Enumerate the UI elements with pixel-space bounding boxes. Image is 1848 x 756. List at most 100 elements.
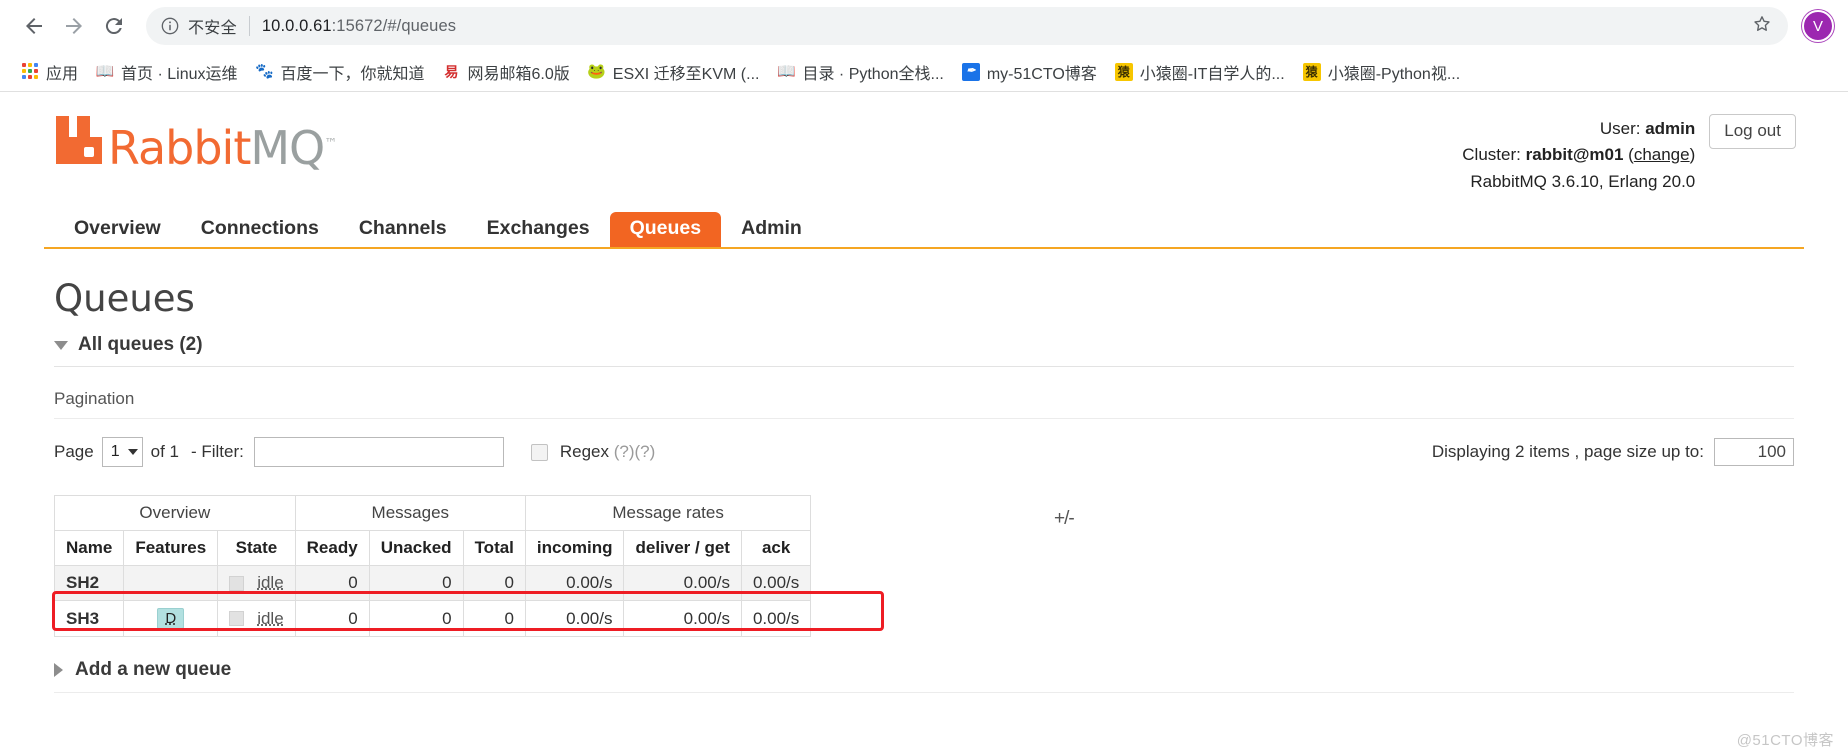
- address-bar[interactable]: 不安全 10.0.0.61:15672/#/queues: [146, 7, 1788, 45]
- tab-exchanges[interactable]: Exchanges: [467, 212, 610, 247]
- column-header-ready[interactable]: Ready: [294, 530, 370, 567]
- group-header-overview: Overview: [54, 495, 296, 532]
- version-line: RabbitMQ 3.6.10, Erlang 20.0: [1470, 171, 1696, 191]
- cluster-name: rabbit@m01: [1525, 145, 1624, 165]
- table-row[interactable]: SH3 D idle 0 0 0 0.00/s 0.00/s 0.00/s: [53, 600, 812, 638]
- bookmark-item-esxi[interactable]: 🐸 ESXI 迁移至KVM (...: [579, 56, 769, 88]
- feature-durable-badge[interactable]: D: [157, 608, 185, 630]
- baidu-paw-icon: 🐾: [255, 63, 274, 80]
- cell-state: idle: [217, 565, 296, 602]
- back-arrow-icon: [22, 14, 46, 38]
- filter-input[interactable]: [253, 437, 504, 468]
- bookmark-item-apps[interactable]: 应用: [12, 56, 87, 88]
- yuan-icon: 猿: [1302, 62, 1321, 81]
- page-size-input[interactable]: 100: [1714, 438, 1794, 467]
- rabbitmq-management-page: RabbitMQ™ User: admin Cluster: rabbit@m0…: [0, 92, 1848, 756]
- page-number-select[interactable]: 1: [101, 437, 143, 468]
- column-header-unacked[interactable]: Unacked: [368, 530, 464, 567]
- tab-overview[interactable]: Overview: [54, 212, 181, 247]
- logo-rabbit-text: Rabbit: [108, 121, 251, 175]
- column-header-deliver-get[interactable]: deliver / get: [623, 530, 742, 567]
- book-icon: 📖: [96, 62, 115, 81]
- bookmark-item-xiaoyuanquan-it[interactable]: 猿 小猿圈-IT自学人的...: [1106, 56, 1294, 88]
- column-header-features[interactable]: Features: [123, 530, 219, 567]
- user-line: User: admin: [1462, 116, 1695, 142]
- bookmark-label: ESXI 迁移至KVM (...: [612, 65, 760, 83]
- logout-button[interactable]: Log out: [1709, 114, 1796, 149]
- address-bar-url: 10.0.0.61:15672/#/queues: [262, 17, 456, 36]
- chevron-down-icon[interactable]: [54, 340, 68, 350]
- app-header: RabbitMQ™ User: admin Cluster: rabbit@m0…: [44, 92, 1804, 195]
- feather-icon: ✒: [961, 62, 980, 81]
- column-header-total[interactable]: Total: [462, 530, 526, 567]
- tab-connections[interactable]: Connections: [181, 212, 339, 247]
- netease-mail-icon: 易: [444, 63, 459, 80]
- cell-queue-name[interactable]: SH2: [53, 565, 125, 602]
- cell-unacked: 0: [368, 600, 464, 638]
- apps-grid-icon: [21, 62, 39, 81]
- bookmark-item-xiaoyuanquan-python[interactable]: 猿 小猿圈-Python视...: [1294, 56, 1469, 88]
- regex-help-links[interactable]: (?)(?): [614, 442, 656, 461]
- esxi-icon: 🐸: [587, 63, 606, 80]
- queues-table-body: SH2 idle 0 0 0 0.00/s 0.00/s 0.00/s SH3 …: [53, 565, 812, 638]
- url-path: :15672/#/queues: [331, 16, 457, 35]
- bookmark-item-linux-ops[interactable]: 📖 首页 · Linux运维: [87, 56, 246, 88]
- column-header-name[interactable]: Name: [53, 530, 125, 567]
- security-status-label: 不安全: [188, 20, 237, 37]
- url-host: 10.0.0.61: [261, 16, 332, 35]
- tab-queues[interactable]: Queues: [609, 211, 722, 248]
- bookmark-label: 小猿圈-IT自学人的...: [1139, 65, 1285, 83]
- regex-checkbox[interactable]: [530, 443, 548, 461]
- bookmark-label: my-51CTO博客: [986, 65, 1097, 83]
- cell-features: D: [123, 600, 219, 638]
- tab-channels[interactable]: Channels: [339, 212, 467, 247]
- bookmark-label: 首页 · Linux运维: [121, 65, 238, 83]
- browser-chrome: 不安全 10.0.0.61:15672/#/queues V 应用 📖 首页 ·…: [0, 0, 1848, 92]
- cell-unacked: 0: [368, 565, 464, 602]
- reload-button[interactable]: [94, 6, 134, 46]
- chevron-right-icon[interactable]: [54, 663, 63, 678]
- rabbitmq-logo[interactable]: RabbitMQ™: [44, 114, 337, 171]
- watermark: @51CTO博客: [1736, 732, 1834, 749]
- column-header-ack[interactable]: ack: [740, 530, 812, 567]
- cell-state: idle: [217, 600, 296, 638]
- state-indicator-icon: [229, 575, 245, 591]
- state-text[interactable]: idle: [257, 573, 283, 593]
- bookmark-star-button[interactable]: [1744, 8, 1780, 44]
- toggle-columns-button[interactable]: +/-: [1054, 508, 1075, 530]
- group-header-messages: Messages: [294, 495, 526, 532]
- add-queue-section-header[interactable]: Add a new queue: [54, 659, 1794, 694]
- logo-mq-text: MQ: [250, 121, 325, 175]
- table-row[interactable]: SH2 idle 0 0 0 0.00/s 0.00/s 0.00/s: [53, 565, 812, 602]
- bookmark-item-baidu[interactable]: 🐾 百度一下，你就知道: [247, 56, 434, 88]
- cluster-change-link[interactable]: change: [1634, 145, 1690, 164]
- column-header-incoming[interactable]: incoming: [524, 530, 625, 567]
- bookmark-label: 小猿圈-Python视...: [1327, 65, 1461, 83]
- bookmark-item-python-catalog[interactable]: 📖 目录 · Python全栈...: [768, 56, 952, 88]
- bookmark-item-netease-mail[interactable]: 易 网易邮箱6.0版: [434, 56, 579, 88]
- queues-table-wrapper: Overview Messages Message rates Name Fea…: [52, 495, 1794, 638]
- profile-avatar[interactable]: V: [1802, 10, 1834, 42]
- forward-button[interactable]: [54, 6, 94, 46]
- cell-queue-name[interactable]: SH3: [53, 600, 125, 638]
- bookmark-label: 百度一下，你就知道: [280, 65, 425, 83]
- all-queues-section-header[interactable]: All queues (2): [54, 334, 1794, 368]
- bookmark-label: 目录 · Python全栈...: [802, 65, 944, 83]
- page-title: Queues: [54, 277, 195, 321]
- user-name: admin: [1645, 119, 1696, 138]
- bookmark-item-51cto-blog[interactable]: ✒ my-51CTO博客: [953, 56, 1106, 88]
- tab-admin[interactable]: Admin: [721, 212, 822, 247]
- cell-total: 0: [462, 600, 526, 638]
- main-navigation: Overview Connections Channels Exchanges …: [44, 211, 1804, 250]
- state-text[interactable]: idle: [257, 609, 283, 629]
- star-icon: [1751, 13, 1773, 40]
- column-header-state[interactable]: State: [217, 530, 296, 567]
- info-circle-icon[interactable]: [160, 16, 180, 36]
- cell-features: [123, 565, 219, 602]
- user-info-panel: User: admin Cluster: rabbit@m01 (change)…: [1462, 114, 1804, 195]
- table-column-header-row: Name Features State Ready Unacked Total …: [53, 530, 812, 567]
- forward-arrow-icon: [62, 14, 86, 38]
- back-button[interactable]: [14, 6, 54, 46]
- pagination-section-label: Pagination: [54, 389, 1794, 420]
- filter-label: - Filter:: [190, 442, 244, 462]
